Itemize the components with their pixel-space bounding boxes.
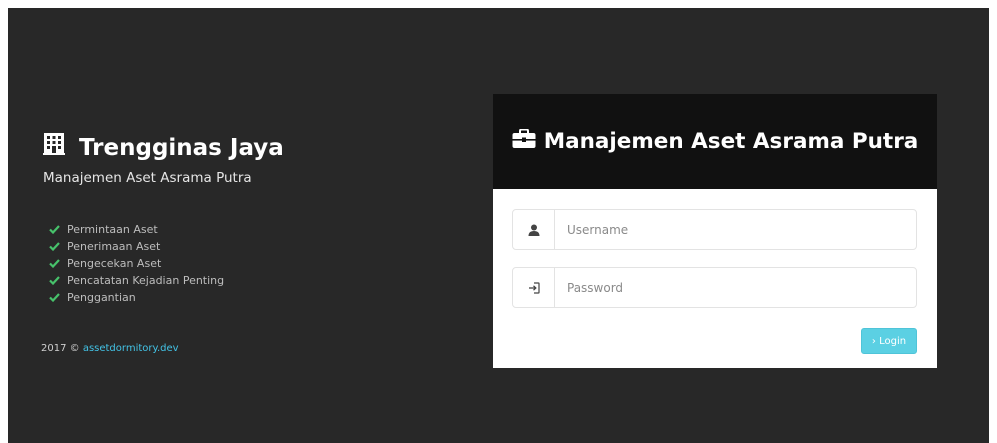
- feature-label: Pencatatan Kejadian Penting: [67, 274, 225, 287]
- copyright-text: 2017 ©: [41, 343, 83, 354]
- password-field: [512, 267, 917, 308]
- feature-item: Pencatatan Kejadian Penting: [49, 272, 224, 289]
- feature-item: Pengecekan Aset: [49, 255, 224, 272]
- feature-label: Permintaan Aset: [67, 223, 158, 236]
- login-button[interactable]: › Login: [861, 328, 917, 354]
- check-icon: [49, 293, 60, 302]
- login-title: Manajemen Aset Asrama Putra: [512, 128, 919, 155]
- login-title-text: Manajemen Aset Asrama Putra: [543, 129, 919, 154]
- footer: 2017 © assetdormitory.dev: [41, 343, 179, 354]
- login-screen: Trengginas Jaya Manajemen Aset Asrama Pu…: [8, 8, 989, 443]
- brand-panel: Trengginas Jaya Manajemen Aset Asrama Pu…: [43, 132, 284, 186]
- building-icon: [43, 132, 79, 164]
- footer-link[interactable]: assetdormitory.dev: [83, 343, 179, 354]
- check-icon: [49, 225, 60, 234]
- password-input[interactable]: [555, 268, 916, 307]
- feature-label: Penggantian: [67, 291, 136, 304]
- feature-item: Penggantian: [49, 289, 224, 306]
- username-field: [512, 209, 917, 250]
- user-icon: [513, 210, 555, 249]
- feature-item: Permintaan Aset: [49, 221, 224, 238]
- check-icon: [49, 242, 60, 251]
- login-card: Manajemen Aset Asrama Putra Username › L…: [493, 94, 937, 368]
- feature-item: Penerimaan Aset: [49, 238, 224, 255]
- feature-label: Penerimaan Aset: [67, 240, 161, 253]
- feature-label: Pengecekan Aset: [67, 257, 162, 270]
- check-icon: [49, 259, 60, 268]
- sign-in-icon: [513, 268, 555, 307]
- brand-title: Trengginas Jaya: [43, 132, 284, 164]
- login-card-header: Manajemen Aset Asrama Putra: [493, 94, 937, 189]
- check-icon: [49, 276, 60, 285]
- brand-name: Trengginas Jaya: [79, 135, 284, 161]
- briefcase-icon: [512, 128, 544, 155]
- feature-list: Permintaan Aset Penerimaan Aset Pengecek…: [49, 221, 224, 306]
- username-input[interactable]: [555, 210, 916, 249]
- brand-subtitle: Manajemen Aset Asrama Putra: [43, 170, 252, 186]
